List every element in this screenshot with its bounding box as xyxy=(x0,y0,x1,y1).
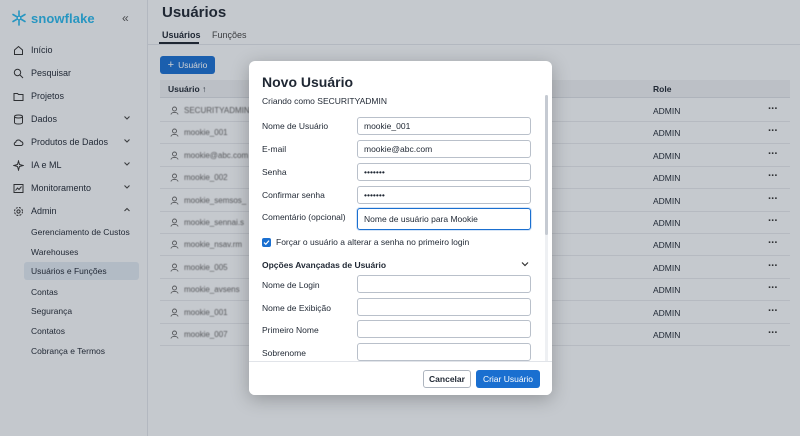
email-label: E-mail xyxy=(262,144,287,154)
force-password-change-label: Forçar o usuário a alterar a senha no pr… xyxy=(276,237,470,247)
display-name-input[interactable] xyxy=(357,298,531,316)
comment-input[interactable] xyxy=(357,208,531,230)
advanced-options-header[interactable]: Opções Avançadas de Usuário xyxy=(262,260,386,270)
chevron-down-icon[interactable] xyxy=(520,259,530,269)
force-password-change-checkbox[interactable] xyxy=(262,237,271,247)
dialog-scrollbar-thumb[interactable] xyxy=(545,95,548,235)
username-label: Nome de Usuário xyxy=(262,121,329,131)
create-user-button[interactable]: Criar Usuário xyxy=(476,370,540,388)
login-name-label: Nome de Login xyxy=(262,280,320,290)
cancel-button[interactable]: Cancelar xyxy=(423,370,471,388)
confirm-password-input[interactable] xyxy=(357,186,531,204)
dialog-subtitle: Criando como SECURITYADMIN xyxy=(262,96,388,106)
last-name-input[interactable] xyxy=(357,343,531,361)
login-name-input[interactable] xyxy=(357,275,531,293)
comment-label: Comentário (opcional) xyxy=(262,212,346,222)
email-input[interactable] xyxy=(357,140,531,158)
last-name-label: Sobrenome xyxy=(262,348,306,358)
new-user-dialog: Novo Usuário Criando como SECURITYADMIN … xyxy=(249,61,552,395)
display-name-label: Nome de Exibição xyxy=(262,303,331,313)
force-password-change-option[interactable]: Forçar o usuário a alterar a senha no pr… xyxy=(262,237,469,247)
first-name-label: Primeiro Nome xyxy=(262,325,319,335)
username-input[interactable] xyxy=(357,117,531,135)
confirm-password-label: Confirmar senha xyxy=(262,190,325,200)
dialog-title: Novo Usuário xyxy=(262,74,354,90)
first-name-input[interactable] xyxy=(357,320,531,338)
dialog-footer: Cancelar Criar Usuário xyxy=(249,361,552,395)
password-input[interactable] xyxy=(357,163,531,181)
password-label: Senha xyxy=(262,167,287,177)
check-icon xyxy=(263,239,270,245)
